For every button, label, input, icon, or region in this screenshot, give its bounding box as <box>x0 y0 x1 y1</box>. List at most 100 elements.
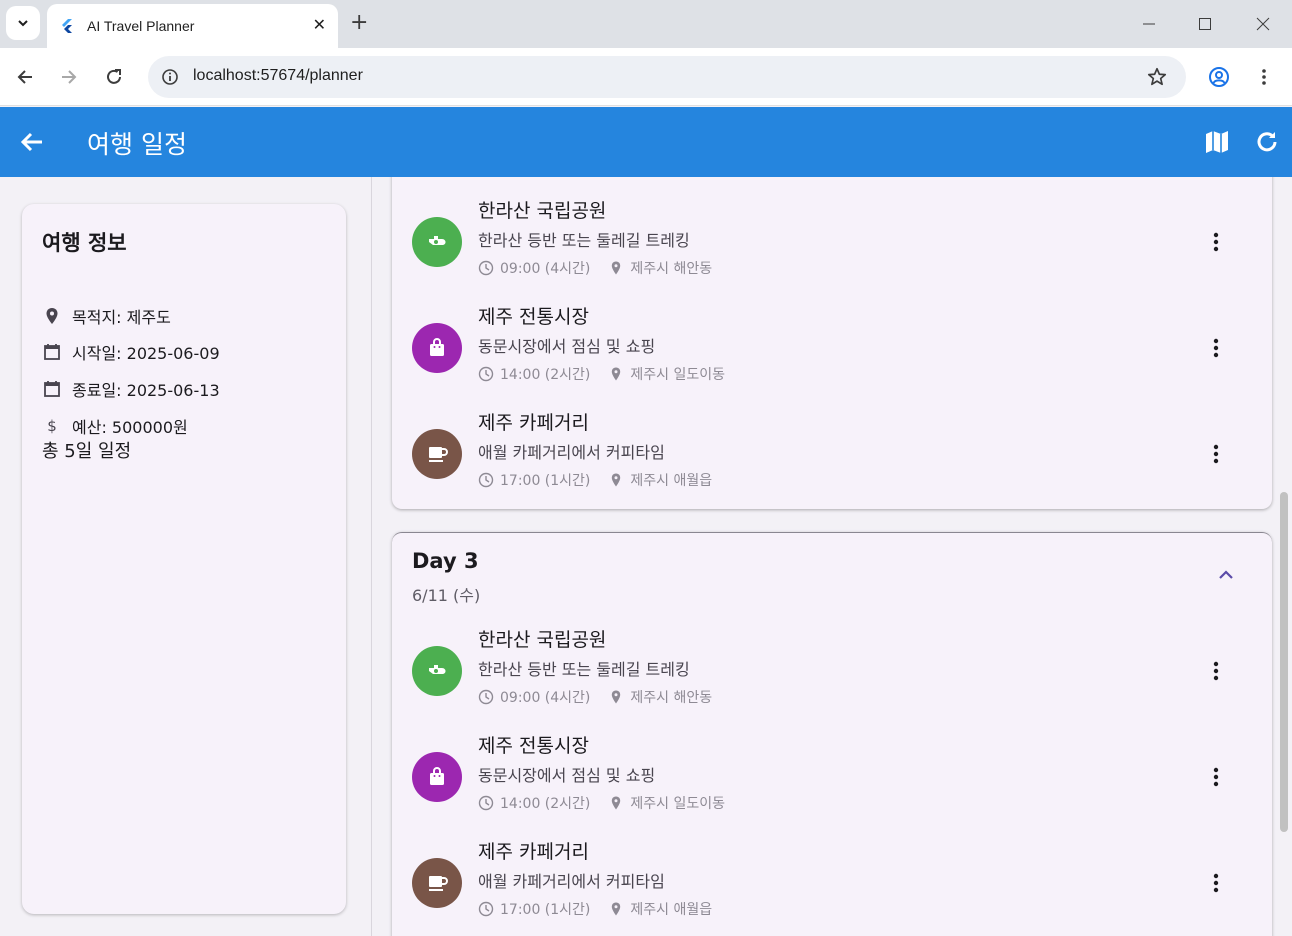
location-pin-icon <box>612 796 621 810</box>
more-vert-icon[interactable] <box>1204 442 1228 466</box>
tab-close-icon[interactable]: ✕ <box>313 15 326 34</box>
minimize-button[interactable] <box>1134 10 1164 38</box>
coffee-icon <box>429 447 448 462</box>
activity-description: 한라산 등반 또는 둘레길 트레킹 <box>478 231 690 250</box>
trip-info-title: 여행 정보 <box>42 231 127 255</box>
clock-icon <box>478 689 494 705</box>
profile-button[interactable] <box>1206 64 1232 90</box>
dollar-icon: $ <box>47 417 57 435</box>
activity-item[interactable]: 제주 카페거리 애월 카페거리에서 커피타임 17:00 (1시간) 제주시 애… <box>392 837 1272 936</box>
activity-meta: 17:00 (1시간) 제주시 애월읍 <box>478 470 712 490</box>
activity-avatar <box>412 646 462 696</box>
itinerary-list[interactable]: 한라산 국립공원 한라산 등반 또는 둘레길 트레킹 09:00 (4시간) 제… <box>372 177 1292 936</box>
more-vert-icon[interactable] <box>1204 659 1228 683</box>
activity-time: 09:00 (4시간) <box>500 690 591 706</box>
refresh-icon[interactable] <box>1253 128 1281 156</box>
browser-toolbar: localhost:57674/planner <box>0 48 1292 106</box>
more-vert-icon[interactable] <box>1204 871 1228 895</box>
chevron-down-icon <box>18 20 28 27</box>
location-pin-icon <box>612 261 621 275</box>
arrow-right-icon <box>62 70 77 84</box>
activity-avatar <box>412 323 462 373</box>
activity-time: 17:00 (1시간) <box>500 473 591 489</box>
activity-meta: 14:00 (2시간) 제주시 일도이동 <box>478 364 725 384</box>
activity-item[interactable]: 한라산 국립공원 한라산 등반 또는 둘레길 트레킹 09:00 (4시간) 제… <box>392 625 1272 725</box>
clock-icon <box>478 472 494 488</box>
activity-name: 제주 전통시장 <box>478 735 589 757</box>
activity-time: 14:00 (2시간) <box>500 367 591 383</box>
activity-description: 애월 카페거리에서 커피타임 <box>478 443 665 462</box>
location-pin-icon <box>612 367 621 381</box>
activity-meta: 09:00 (4시간) 제주시 해안동 <box>478 258 712 278</box>
reload-button[interactable] <box>101 64 127 90</box>
location-pin-icon <box>612 690 621 704</box>
activity-avatar <box>412 217 462 267</box>
clock-icon <box>478 366 494 382</box>
browser-menu-button[interactable] <box>1251 64 1277 90</box>
shopping-bag-icon <box>430 338 444 356</box>
activity-place: 제주시 해안동 <box>630 690 713 706</box>
activity-item[interactable]: 제주 카페거리 애월 카페거리에서 커피타임 17:00 (1시간) 제주시 애… <box>392 408 1272 508</box>
hiking-icon <box>429 665 446 674</box>
clock-icon <box>478 901 494 917</box>
forward-button[interactable] <box>56 64 82 90</box>
activity-avatar <box>412 429 462 479</box>
clock-icon <box>478 260 494 276</box>
more-vert-icon[interactable] <box>1204 765 1228 789</box>
more-vert-icon[interactable] <box>1204 336 1228 360</box>
destination-row: 목적지: 제주도 <box>42 304 171 328</box>
day-date: 6/11 (수) <box>412 586 481 605</box>
back-button[interactable] <box>12 64 38 90</box>
url-text: localhost:57674/planner <box>193 67 363 84</box>
hiking-icon <box>429 236 446 245</box>
activity-time: 14:00 (2시간) <box>500 796 591 812</box>
coffee-icon <box>429 876 448 891</box>
browser-tab[interactable]: AI Travel Planner ✕ <box>47 4 338 48</box>
activity-description: 동문시장에서 점심 및 쇼핑 <box>478 337 656 356</box>
activity-name: 제주 카페거리 <box>478 412 589 434</box>
activity-description: 한라산 등반 또는 둘레길 트레킹 <box>478 660 690 679</box>
day-card: 한라산 국립공원 한라산 등반 또는 둘레길 트레킹 09:00 (4시간) 제… <box>392 177 1272 509</box>
close-window-button[interactable] <box>1248 10 1278 38</box>
site-info-icon[interactable] <box>160 67 180 87</box>
itinerary-scrollbar[interactable] <box>1280 492 1288 832</box>
activity-avatar <box>412 752 462 802</box>
bookmark-star-icon[interactable] <box>1146 66 1168 88</box>
activity-item[interactable]: 한라산 국립공원 한라산 등반 또는 둘레길 트레킹 09:00 (4시간) 제… <box>392 196 1272 296</box>
day-card: Day 3 6/11 (수) 한라산 국립공원 한라산 등반 또는 둘레길 트레… <box>392 532 1272 936</box>
more-vert-icon[interactable] <box>1204 230 1228 254</box>
activity-name: 한라산 국립공원 <box>478 629 607 651</box>
new-tab-button[interactable]: + <box>350 10 368 35</box>
start-date-row: 시작일: 2025-06-09 <box>42 340 220 364</box>
page-title: 여행 일정 <box>87 130 187 159</box>
map-icon[interactable] <box>1203 128 1231 156</box>
activity-name: 한라산 국립공원 <box>478 200 607 222</box>
maximize-button[interactable] <box>1190 10 1220 38</box>
more-vert-icon <box>1262 69 1266 85</box>
activity-item[interactable]: 제주 전통시장 동문시장에서 점심 및 쇼핑 14:00 (2시간) 제주시 일… <box>392 302 1272 402</box>
activity-place: 제주시 해안동 <box>630 261 713 277</box>
address-bar[interactable]: localhost:57674/planner <box>148 56 1186 98</box>
activity-meta: 17:00 (1시간) 제주시 애월읍 <box>478 899 712 919</box>
profile-icon <box>1209 67 1229 87</box>
end-date-text: 종료일: 2025-06-13 <box>72 381 220 400</box>
left-panel: 여행 정보 목적지: 제주도 시작일: 2025-06-09 종료일: 2025… <box>0 177 372 936</box>
activity-item[interactable]: 제주 전통시장 동문시장에서 점심 및 쇼핑 14:00 (2시간) 제주시 일… <box>392 731 1272 831</box>
budget-row: $ 예산: 500000원 <box>42 414 187 438</box>
app-bar: 여행 일정 <box>0 107 1292 177</box>
trip-info-card: 여행 정보 목적지: 제주도 시작일: 2025-06-09 종료일: 2025… <box>22 204 346 914</box>
close-icon <box>1256 17 1270 31</box>
activity-name: 제주 전통시장 <box>478 306 589 328</box>
flutter-logo-icon <box>62 19 72 33</box>
tab-search-button[interactable] <box>6 6 40 40</box>
clock-icon <box>478 795 494 811</box>
activity-place: 제주시 일도이동 <box>630 367 726 383</box>
calendar-icon <box>44 381 60 397</box>
total-days-text: 총 5일 일정 <box>42 441 132 462</box>
activity-time: 17:00 (1시간) <box>500 902 591 918</box>
chevron-up-icon[interactable] <box>1214 563 1238 587</box>
activity-meta: 09:00 (4시간) 제주시 해안동 <box>478 687 712 707</box>
activity-description: 애월 카페거리에서 커피타임 <box>478 872 665 891</box>
reload-icon <box>107 69 121 84</box>
arrow-back-icon[interactable] <box>18 128 46 156</box>
